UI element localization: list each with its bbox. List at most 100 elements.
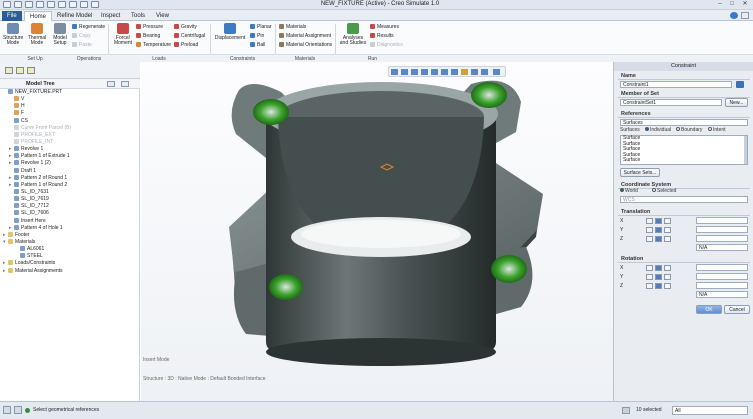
regenerate-button[interactable]: Regenerate bbox=[72, 24, 105, 30]
annotation-display-icon[interactable] bbox=[481, 69, 488, 75]
planar-button[interactable]: Planar bbox=[250, 24, 271, 30]
save-icon[interactable] bbox=[36, 1, 44, 8]
displacement-button[interactable]: Displacement bbox=[213, 23, 247, 53]
prescribed-translation-icon[interactable] bbox=[664, 227, 671, 233]
results-button[interactable]: Results bbox=[370, 33, 394, 39]
references-type-select[interactable]: Surfaces bbox=[620, 119, 748, 126]
analyses-studies-button[interactable]: Analyses and Studies bbox=[338, 23, 368, 53]
free-rotation-icon[interactable] bbox=[646, 283, 653, 289]
material-assignment-button[interactable]: Material Assignment bbox=[279, 33, 331, 39]
pin-button[interactable]: Pin bbox=[250, 33, 264, 39]
zoom-in-icon[interactable] bbox=[401, 69, 408, 75]
tree-item[interactable]: ▸ Pattern 1 of Round 2 bbox=[0, 181, 139, 189]
selection-filter-select[interactable]: All bbox=[672, 406, 748, 415]
tree-item[interactable]: ▸ Footer bbox=[0, 231, 139, 239]
translation-value-field[interactable] bbox=[696, 226, 748, 233]
translation-units-field[interactable]: N/A bbox=[696, 244, 748, 251]
tree-item[interactable]: Curve From Parcel (B) bbox=[0, 124, 139, 132]
tree-item[interactable]: H bbox=[0, 103, 139, 110]
app-icon[interactable] bbox=[3, 1, 11, 8]
free-translation-icon[interactable] bbox=[646, 227, 653, 233]
saved-views-icon[interactable] bbox=[441, 69, 448, 75]
rotation-value-field[interactable] bbox=[696, 264, 748, 271]
tree-item[interactable]: ▸ Pattern 4 of Hole 1 bbox=[0, 224, 139, 232]
ball-button[interactable]: Ball bbox=[250, 42, 265, 48]
group-run[interactable]: Run bbox=[335, 54, 410, 62]
tree-toggle-icon[interactable] bbox=[3, 406, 11, 414]
datum-display-icon[interactable] bbox=[461, 69, 468, 75]
material-orientations-button[interactable]: Material Orientations bbox=[279, 42, 332, 48]
tab-file[interactable]: File bbox=[2, 11, 22, 21]
model-setup-button[interactable]: Model Setup bbox=[50, 23, 70, 53]
rotation-units-field[interactable]: N/A bbox=[696, 291, 748, 298]
paste-button[interactable]: Paste bbox=[72, 42, 92, 48]
coord-system-field[interactable]: WCS bbox=[620, 196, 748, 203]
tree-item[interactable]: AL6061 bbox=[0, 246, 139, 253]
gravity-button[interactable]: Gravity bbox=[174, 24, 197, 30]
simulation-display-icon[interactable] bbox=[493, 69, 500, 75]
free-translation-icon[interactable] bbox=[646, 236, 653, 242]
color-picker-icon[interactable] bbox=[736, 81, 744, 88]
tree-item[interactable]: ▸ Material Assignments bbox=[0, 267, 139, 275]
redo-icon[interactable] bbox=[58, 1, 66, 8]
favorites-icon[interactable] bbox=[27, 67, 35, 74]
close-window-icon[interactable] bbox=[91, 1, 99, 8]
cancel-button[interactable]: Cancel bbox=[724, 305, 750, 314]
close-button[interactable]: ✕ bbox=[740, 1, 750, 8]
tab-home[interactable]: Home bbox=[24, 11, 53, 21]
tab-inspect[interactable]: Inspect bbox=[96, 11, 125, 21]
tree-item[interactable]: V bbox=[0, 96, 139, 103]
constraint-set-select[interactable]: ConstraintSet1 bbox=[620, 99, 722, 106]
materials-button[interactable]: Materials bbox=[279, 24, 306, 30]
refit-icon[interactable] bbox=[391, 69, 398, 75]
tree-filter-icon[interactable] bbox=[121, 81, 129, 87]
bearing-button[interactable]: Bearing bbox=[136, 33, 160, 39]
regenerate-icon[interactable] bbox=[69, 1, 77, 8]
free-translation-icon[interactable] bbox=[646, 218, 653, 224]
minimize-button[interactable]: – bbox=[715, 1, 725, 8]
folder-browser-icon[interactable] bbox=[16, 67, 24, 74]
rotation-value-field[interactable] bbox=[696, 273, 748, 280]
selected-radio[interactable]: Selected bbox=[652, 188, 676, 195]
individual-radio[interactable]: Individual bbox=[645, 127, 671, 134]
tree-item[interactable]: ▸ Pattern 1 of Extrude 1 bbox=[0, 153, 139, 160]
group-constraints[interactable]: Constraints bbox=[210, 54, 275, 62]
boundary-radio[interactable]: Boundary bbox=[676, 127, 702, 134]
new-set-button[interactable]: New... bbox=[725, 98, 748, 107]
prescribed-translation-icon[interactable] bbox=[664, 236, 671, 242]
new-icon[interactable] bbox=[14, 1, 22, 8]
measures-button[interactable]: Measures bbox=[370, 24, 399, 30]
translation-value-field[interactable] bbox=[696, 235, 748, 242]
group-operations[interactable]: Operations bbox=[70, 54, 108, 62]
intent-radio[interactable]: Intent bbox=[708, 127, 726, 134]
tree-item[interactable]: SL_ID_7619 bbox=[0, 196, 139, 203]
spin-center-icon[interactable] bbox=[471, 69, 478, 75]
surface-list-item[interactable]: Surface bbox=[621, 158, 747, 164]
thermal-mode-button[interactable]: Thermal Mode bbox=[27, 23, 47, 53]
copy-button[interactable]: Copy bbox=[72, 33, 91, 39]
tree-item[interactable]: STEEL bbox=[0, 253, 139, 260]
tree-item[interactable]: CS bbox=[0, 117, 139, 125]
world-radio[interactable]: World bbox=[620, 188, 638, 195]
minimize-ribbon-icon[interactable] bbox=[741, 12, 749, 19]
ok-button[interactable]: OK bbox=[696, 305, 722, 314]
tab-view[interactable]: View bbox=[151, 11, 174, 21]
smart-selection-icon[interactable] bbox=[622, 407, 630, 414]
group-setup[interactable]: Set Up bbox=[0, 54, 70, 62]
prescribed-translation-icon[interactable] bbox=[664, 218, 671, 224]
prescribed-rotation-icon[interactable] bbox=[664, 274, 671, 280]
tab-tools[interactable]: Tools bbox=[126, 11, 150, 21]
surface-list[interactable]: Surface Surface Surface Surface Surface bbox=[620, 135, 748, 165]
browser-toggle-icon[interactable] bbox=[14, 406, 22, 414]
surface-list-scrollbar[interactable] bbox=[744, 136, 747, 164]
group-loads[interactable]: Loads bbox=[108, 54, 210, 62]
tree-item[interactable]: ▸ Pattern 2 of Round 1 bbox=[0, 174, 139, 182]
tree-item[interactable]: SL_ID_7712 bbox=[0, 203, 139, 210]
pressure-button[interactable]: Pressure bbox=[136, 24, 163, 30]
model-tree-tab-icon[interactable] bbox=[5, 67, 13, 74]
maximize-button[interactable]: □ bbox=[727, 1, 737, 8]
tree-item[interactable]: ▸ Loads/Constraints bbox=[0, 260, 139, 267]
tree-item[interactable]: NEW_FIXTURE.PRT bbox=[0, 89, 139, 96]
translation-value-field[interactable] bbox=[696, 217, 748, 224]
display-style-icon[interactable] bbox=[431, 69, 438, 75]
